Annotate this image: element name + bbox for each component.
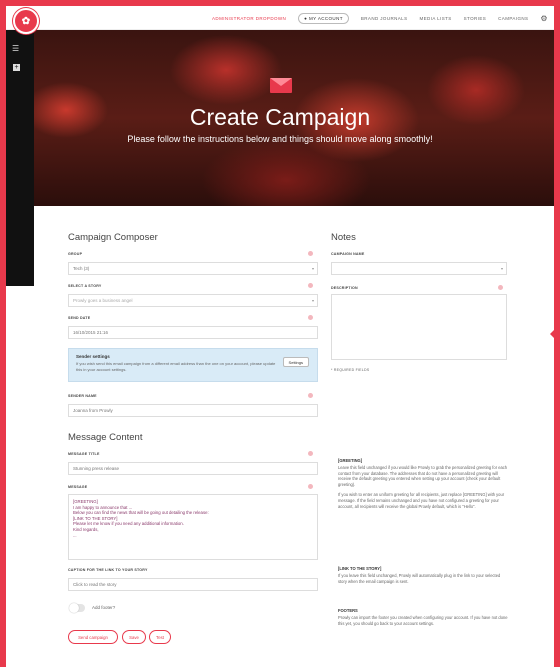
send-campaign-button[interactable]: Send campaign (68, 630, 118, 644)
nav-media-lists[interactable]: MEDIA LISTS (419, 16, 451, 21)
message-title-input[interactable]: Stunning press release (68, 462, 318, 475)
message-label: MESSAGE (68, 485, 88, 489)
nav-stories[interactable]: STORIES (464, 16, 486, 21)
caption-value: Click to read the story (73, 582, 117, 587)
story-select[interactable]: Prowly goes a business angel ▾ (68, 294, 318, 307)
chevron-down-icon: ▾ (311, 266, 314, 271)
help-greeting-text-1: Leave this field unchanged if you would … (338, 464, 508, 488)
sender-settings-notice: Sender settings If you wish send this em… (68, 348, 318, 382)
required-dot (308, 283, 313, 288)
plus-icon[interactable]: + (13, 64, 20, 71)
gear-icon[interactable]: ⚙ (540, 14, 548, 23)
sender-name-value: Joanna from Prowly (73, 408, 113, 413)
nav-my-account[interactable]: ● MY ACCOUNT (298, 12, 349, 24)
group-select[interactable]: Tech (3) ▾ (68, 262, 318, 275)
caption-label: CAPTION FOR THE LINK TO YOUR STORY (68, 568, 148, 572)
notes-heading: Notes (331, 232, 356, 243)
hero-banner: Create Campaign Please follow the instru… (6, 30, 554, 206)
required-dot (308, 484, 313, 489)
help-greeting: [GREETING] Leave this field unchanged if… (338, 458, 508, 509)
nav-brand-journals[interactable]: BRAND JOURNALS (361, 16, 408, 21)
side-callout-arrow (550, 322, 554, 346)
nav-my-account-label: MY ACCOUNT (308, 15, 343, 21)
help-footers: FOOTERS Prowly can import the footer you… (338, 608, 508, 626)
help-link: [LINK TO THE STORY] If you leave this fi… (338, 566, 508, 584)
message-textarea[interactable]: [GREETING] I am happy to announce that .… (68, 494, 318, 560)
chevron-down-icon: ▾ (500, 266, 503, 271)
test-button[interactable]: Test (149, 630, 171, 644)
help-greeting-text-2: If you wish to enter an uniform greeting… (338, 491, 505, 509)
campaign-name-select[interactable]: ▾ (331, 262, 507, 275)
top-navbar: ADMINISTRATOR DROPDOWN ● MY ACCOUNT BRAN… (6, 6, 554, 30)
help-link-text: If you leave this field unchanged, Prowl… (338, 572, 501, 584)
story-select-value: Prowly goes a business angel (73, 298, 133, 303)
help-footers-title: FOOTERS (338, 608, 358, 613)
help-footers-text: Prowly can import the footer you created… (338, 614, 508, 626)
message-heading: Message Content (68, 432, 143, 443)
campaign-name-label: CAMPAIGN NAME (331, 252, 365, 256)
chevron-down-icon: ▾ (311, 298, 314, 303)
caption-input[interactable]: Click to read the story (68, 578, 318, 591)
sender-settings-text: If you wish send this email campaign fro… (76, 361, 276, 372)
story-label: SELECT A STORY (68, 284, 102, 288)
page-title: Create Campaign (189, 104, 371, 130)
page-subtitle: Please follow the instructions below and… (127, 134, 433, 144)
side-rail: ☰ + (6, 30, 34, 286)
help-link-title: [LINK TO THE STORY] (338, 566, 382, 571)
group-select-value: Tech (3) (73, 266, 90, 271)
save-button[interactable]: Save (122, 630, 146, 644)
required-dot (498, 285, 503, 290)
required-dot (308, 393, 313, 398)
footer-toggle[interactable] (69, 603, 85, 613)
help-greeting-title: [GREETING] (338, 458, 363, 463)
description-label: DESCRIPTION (331, 286, 358, 290)
send-date-label: SEND DATE (68, 316, 91, 320)
required-dot (308, 251, 313, 256)
nav-items: ADMINISTRATOR DROPDOWN ● MY ACCOUNT BRAN… (212, 6, 548, 30)
footer-toggle-label: Add footer? (92, 605, 116, 610)
settings-button[interactable]: Settings (282, 357, 309, 367)
message-line: ... (73, 532, 77, 538)
prowly-logo[interactable]: ✿ (13, 8, 39, 34)
nav-admin[interactable]: ADMINISTRATOR DROPDOWN (212, 16, 286, 21)
app-window: ADMINISTRATOR DROPDOWN ● MY ACCOUNT BRAN… (6, 6, 554, 667)
nav-campaigns[interactable]: CAMPAIGNS (498, 16, 528, 21)
sender-name-label: SENDER NAME (68, 394, 97, 398)
required-dot (308, 451, 313, 456)
send-date-value: 16/10/2015 21:16 (73, 330, 109, 335)
composer-heading: Campaign Composer (68, 232, 158, 243)
envelope-icon (270, 78, 292, 93)
menu-icon[interactable]: ☰ (12, 44, 19, 53)
sender-settings-title: Sender settings (76, 354, 110, 359)
description-textarea[interactable] (331, 294, 507, 360)
required-fields-note: * REQUIRED FIELDS (331, 368, 370, 372)
required-dot (308, 315, 313, 320)
sender-name-input[interactable]: Joanna from Prowly (68, 404, 318, 417)
send-date-input[interactable]: 16/10/2015 21:16 (68, 326, 318, 339)
logo-glyph: ✿ (21, 15, 31, 27)
message-title-value: Stunning press release (73, 466, 120, 471)
group-label: GROUP (68, 252, 83, 256)
message-title-label: MESSAGE TITLE (68, 452, 100, 456)
